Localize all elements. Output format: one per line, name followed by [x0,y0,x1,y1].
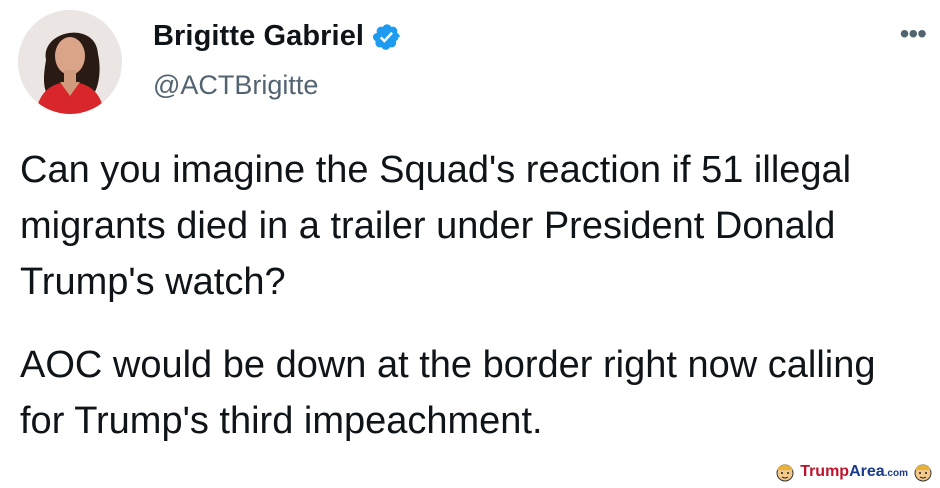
verified-badge-icon [372,22,402,52]
user-handle[interactable]: @ACTBrigitte [153,70,318,101]
watermark-part-1: Trump [800,463,850,480]
watermark-logo-text: TrumpArea.com [800,463,908,481]
watermark-part-3: .com [884,468,908,479]
tweet-text-paragraph-1: Can you imagine the Squad's reaction if … [20,149,852,303]
author-row: Brigitte Gabriel [153,20,402,53]
watermark-part-2: Area [849,463,885,480]
tweet-card: Brigitte Gabriel @ACTBrigitte ••• Can yo… [0,0,940,460]
tweet-text-paragraph-2: AOC would be down at the border right no… [20,344,876,442]
more-icon[interactable]: ••• [900,20,927,48]
avatar[interactable] [18,10,122,114]
cartoon-face-icon [912,461,934,483]
cartoon-face-icon [774,461,796,483]
avatar-image [18,10,122,114]
watermark: TrumpArea.com [774,460,934,484]
display-name[interactable]: Brigitte Gabriel [153,20,364,53]
